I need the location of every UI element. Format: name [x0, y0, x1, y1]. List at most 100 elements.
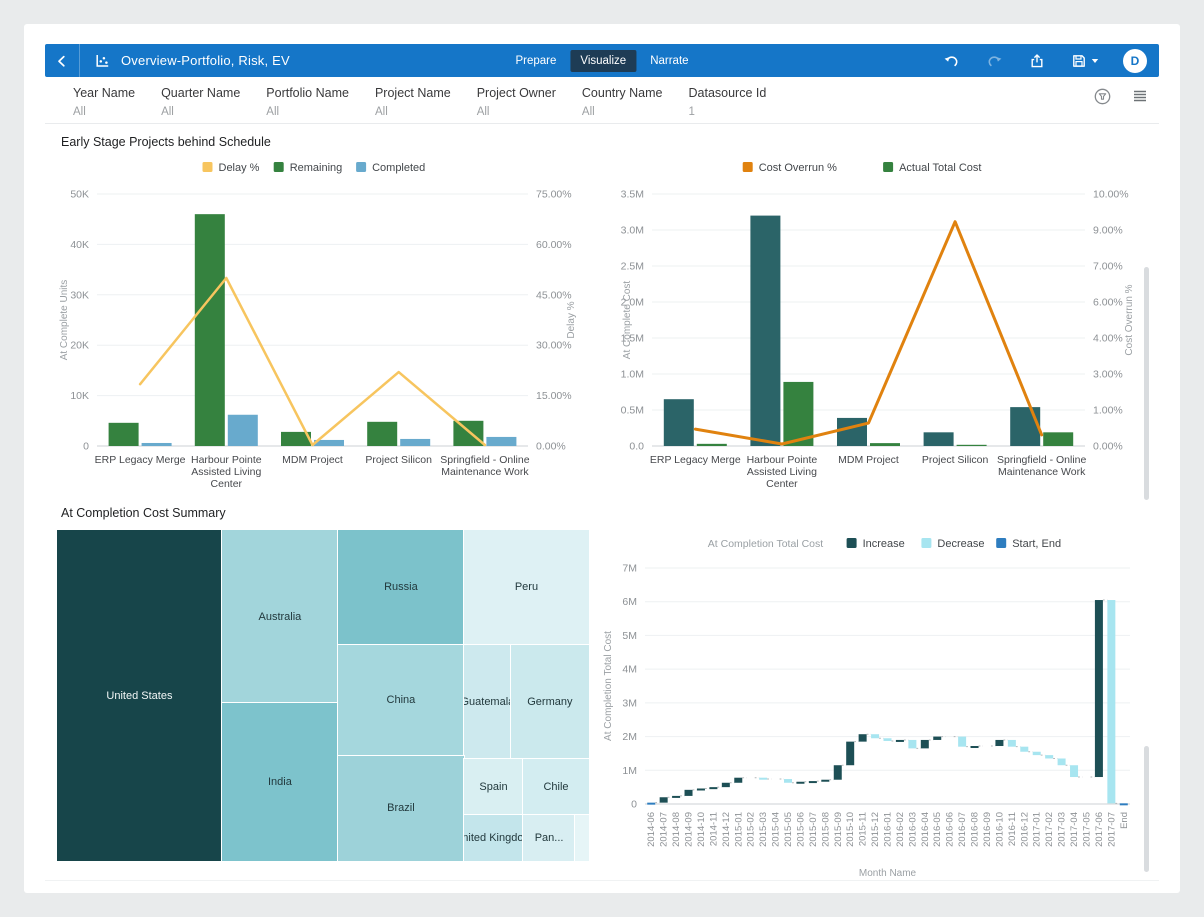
limit-values-button[interactable]: [1091, 85, 1114, 108]
user-avatar[interactable]: D: [1123, 49, 1147, 73]
waterfall-bar-2015-08[interactable]: [821, 780, 829, 782]
waterfall-bar-2014-06[interactable]: [647, 803, 655, 805]
legend-item[interactable]: Cost Overrun %: [759, 162, 837, 174]
back-button[interactable]: [45, 44, 79, 77]
filter-project-name[interactable]: Project NameAll: [375, 86, 451, 118]
bar-remaining[interactable]: [453, 421, 483, 446]
bar-completed[interactable]: [142, 443, 172, 446]
waterfall-bar-2017-06[interactable]: [1095, 600, 1103, 777]
waterfall-bar-2017-03[interactable]: [1058, 758, 1066, 765]
treemap-tile-australia[interactable]: Australia: [222, 530, 338, 703]
waterfall-bar-end[interactable]: [1120, 803, 1128, 805]
legend-item[interactable]: Actual Total Cost: [899, 162, 981, 174]
waterfall-bar-2016-08[interactable]: [971, 746, 979, 748]
treemap-tile-small[interactable]: [575, 815, 589, 861]
waterfall-bar-2014-09[interactable]: [685, 790, 693, 796]
bar-actual-total-cost[interactable]: [697, 444, 727, 446]
legend-item[interactable]: Completed: [372, 162, 425, 174]
legend-item[interactable]: Decrease: [937, 538, 984, 550]
waterfall-bar-2016-07[interactable]: [958, 737, 966, 747]
tab-prepare[interactable]: Prepare: [505, 50, 566, 72]
treemap-tile-chile[interactable]: Chile: [523, 759, 589, 815]
waterfall-bar-2017-01[interactable]: [1033, 752, 1041, 755]
redo-button[interactable]: [984, 51, 1005, 71]
waterfall-bar-2015-12[interactable]: [871, 734, 879, 738]
filter-country-name[interactable]: Country NameAll: [582, 86, 663, 118]
bar-completed[interactable]: [228, 415, 258, 446]
filter-year-name[interactable]: Year NameAll: [73, 86, 135, 118]
filter-portfolio-name[interactable]: Portfolio NameAll: [266, 86, 349, 118]
filter-menu-button[interactable]: [1129, 85, 1151, 108]
bar-at-complete-cost[interactable]: [924, 432, 954, 446]
treemap-tile-pan-[interactable]: Pan...: [523, 815, 575, 861]
filter-project-owner[interactable]: Project OwnerAll: [477, 86, 556, 118]
waterfall-bar-2016-02[interactable]: [896, 740, 904, 742]
waterfall-bar-2015-06[interactable]: [796, 782, 804, 784]
treemap-tile-spain[interactable]: Spain: [464, 759, 523, 815]
treemap-tile-brazil[interactable]: Brazil: [338, 756, 464, 861]
filter-bar-icons: [1091, 85, 1151, 108]
treemap-tile-china[interactable]: China: [338, 645, 464, 756]
legend-item[interactable]: Delay %: [219, 162, 260, 174]
waterfall-bar-2015-01[interactable]: [734, 778, 742, 783]
treemap-tile-germany[interactable]: Germany: [511, 645, 589, 759]
waterfall-bar-2017-02[interactable]: [1045, 755, 1053, 758]
filter-datasource-id[interactable]: Datasource Id1: [689, 86, 767, 118]
bar-at-complete-cost[interactable]: [837, 418, 867, 446]
legend-swatch: [996, 538, 1006, 548]
save-button[interactable]: [1069, 51, 1101, 71]
bar-at-complete-cost[interactable]: [1010, 407, 1040, 446]
bar-remaining[interactable]: [195, 214, 225, 446]
filter-quarter-name[interactable]: Quarter NameAll: [161, 86, 240, 118]
waterfall-bar-2016-10[interactable]: [995, 740, 1003, 746]
line-delay-[interactable]: [140, 278, 485, 445]
waterfall-bar-2016-11[interactable]: [1008, 740, 1016, 747]
treemap-tile-peru[interactable]: Peru: [464, 530, 589, 645]
waterfall-bar-2015-07[interactable]: [809, 781, 817, 783]
legend-item[interactable]: Remaining: [290, 162, 343, 174]
bar-at-complete-cost[interactable]: [664, 399, 694, 446]
legend-item[interactable]: Increase: [863, 538, 905, 550]
treemap-tile-united-states[interactable]: United States: [57, 530, 222, 861]
bar-completed[interactable]: [486, 437, 516, 446]
waterfall-bar-2016-01[interactable]: [884, 738, 892, 741]
waterfall-bar-2015-11[interactable]: [859, 734, 867, 741]
line-cost-overrun-[interactable]: [695, 222, 1041, 444]
waterfall-bar-2016-03[interactable]: [908, 740, 916, 748]
treemap-tile-russia[interactable]: Russia: [338, 530, 464, 645]
waterfall-bar-2016-04[interactable]: [921, 740, 929, 748]
undo-button[interactable]: [941, 51, 962, 71]
bar-remaining[interactable]: [367, 422, 397, 446]
treemap-tile-guatemala[interactable]: Guatemala: [464, 645, 511, 759]
waterfall-bar-2014-12[interactable]: [722, 783, 730, 787]
legend-item[interactable]: Start, End: [1012, 538, 1061, 550]
waterfall-bar-2014-08[interactable]: [672, 796, 680, 798]
bar-completed[interactable]: [400, 439, 430, 446]
category-label: Project Silicon: [922, 454, 989, 466]
waterfall-bar-2016-12[interactable]: [1020, 747, 1028, 752]
waterfall-bar-2015-05[interactable]: [784, 779, 792, 783]
waterfall-bar-2017-04[interactable]: [1070, 765, 1078, 777]
waterfall-bar-2015-03[interactable]: [759, 778, 767, 780]
waterfall-bar-2017-07[interactable]: [1107, 600, 1115, 803]
tab-visualize[interactable]: Visualize: [570, 50, 636, 72]
bar-at-complete-cost[interactable]: [750, 216, 780, 446]
share-button[interactable]: [1027, 51, 1047, 71]
treemap-tile-india[interactable]: India: [222, 703, 338, 861]
treemap-tile-united-kingdom[interactable]: United Kingdom: [464, 815, 523, 861]
scrollbar-thumb[interactable]: [1144, 746, 1149, 872]
waterfall-bar-2014-10[interactable]: [697, 788, 705, 790]
bar-actual-total-cost[interactable]: [1043, 432, 1073, 446]
y-axis-tick-right: 10.00%: [1093, 189, 1129, 201]
waterfall-bar-2016-05[interactable]: [933, 737, 941, 740]
back-chevron-icon: [54, 53, 70, 69]
waterfall-bar-2014-07[interactable]: [660, 797, 668, 802]
bar-actual-total-cost[interactable]: [957, 445, 987, 446]
bar-remaining[interactable]: [109, 423, 139, 446]
bar-actual-total-cost[interactable]: [870, 443, 900, 446]
waterfall-bar-2015-10[interactable]: [846, 742, 854, 766]
waterfall-bar-2015-09[interactable]: [834, 765, 842, 779]
scrollbar-thumb[interactable]: [1144, 267, 1149, 500]
waterfall-bar-2014-11[interactable]: [709, 787, 717, 789]
tab-narrate[interactable]: Narrate: [640, 50, 698, 72]
